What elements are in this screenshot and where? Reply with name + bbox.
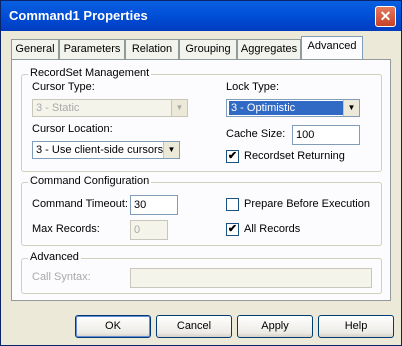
recordset-management-title: RecordSet Management xyxy=(28,67,152,79)
command-timeout-label: Command Timeout: xyxy=(32,198,128,210)
max-records-field[interactable]: 0 xyxy=(130,220,168,240)
command-configuration-group: Command Configuration Command Timeout: 3… xyxy=(21,175,382,246)
cache-size-field[interactable]: 100 xyxy=(292,125,360,145)
call-syntax-field[interactable] xyxy=(130,268,372,288)
tab-advanced[interactable]: Advanced xyxy=(301,36,363,59)
title-bar[interactable]: Command1 Properties ✕ xyxy=(1,1,401,31)
call-syntax-label: Call Syntax: xyxy=(32,271,91,283)
window-title: Command1 Properties xyxy=(9,8,148,23)
advanced-group: Advanced Call Syntax: xyxy=(21,251,382,294)
cursor-location-label: Cursor Location: xyxy=(32,123,113,135)
chevron-down-icon[interactable]: ▼ xyxy=(343,100,359,116)
recordset-returning-label: Recordset Returning xyxy=(244,150,345,162)
lock-type-label: Lock Type: xyxy=(226,81,279,93)
cancel-button[interactable]: Cancel xyxy=(156,315,232,338)
chevron-down-icon[interactable]: ▼ xyxy=(171,100,187,116)
advanced-group-title: Advanced xyxy=(28,251,81,263)
cursor-type-value: 3 - Static xyxy=(36,102,80,114)
tab-general[interactable]: General xyxy=(11,39,59,59)
max-records-label: Max Records: xyxy=(32,223,100,235)
cursor-type-select[interactable]: 3 - Static ▼ xyxy=(32,99,188,117)
advanced-tab-panel: RecordSet Management Cursor Type: 3 - St… xyxy=(11,59,391,301)
tab-relation[interactable]: Relation xyxy=(125,39,179,59)
cursor-location-select[interactable]: 3 - Use client-side cursors ▼ xyxy=(32,141,180,159)
close-icon[interactable]: ✕ xyxy=(375,6,396,27)
chevron-down-icon[interactable]: ▼ xyxy=(163,142,179,158)
apply-button[interactable]: Apply xyxy=(237,315,313,338)
properties-dialog: Command1 Properties ✕ General Parameters… xyxy=(0,0,402,346)
prepare-before-execution-label: Prepare Before Execution xyxy=(244,198,370,210)
cache-size-label: Cache Size: xyxy=(226,128,286,140)
ok-button[interactable]: OK xyxy=(75,315,151,338)
recordset-management-group: RecordSet Management Cursor Type: 3 - St… xyxy=(21,67,382,172)
cursor-type-label: Cursor Type: xyxy=(32,81,95,93)
recordset-returning-checkbox[interactable]: ✔ xyxy=(226,150,239,163)
lock-type-value: 3 - Optimistic xyxy=(229,101,343,115)
cursor-location-value: 3 - Use client-side cursors xyxy=(36,144,164,156)
tab-aggregates[interactable]: Aggregates xyxy=(237,39,301,59)
all-records-label: All Records xyxy=(244,223,301,235)
command-configuration-title: Command Configuration xyxy=(28,175,152,187)
tab-parameters[interactable]: Parameters xyxy=(59,39,125,59)
help-button[interactable]: Help xyxy=(318,315,394,338)
command-timeout-field[interactable]: 30 xyxy=(130,195,178,215)
prepare-before-execution-checkbox[interactable] xyxy=(226,198,239,211)
tab-grouping[interactable]: Grouping xyxy=(179,39,237,59)
lock-type-select[interactable]: 3 - Optimistic ▼ xyxy=(226,99,360,117)
all-records-checkbox[interactable]: ✔ xyxy=(226,223,239,236)
